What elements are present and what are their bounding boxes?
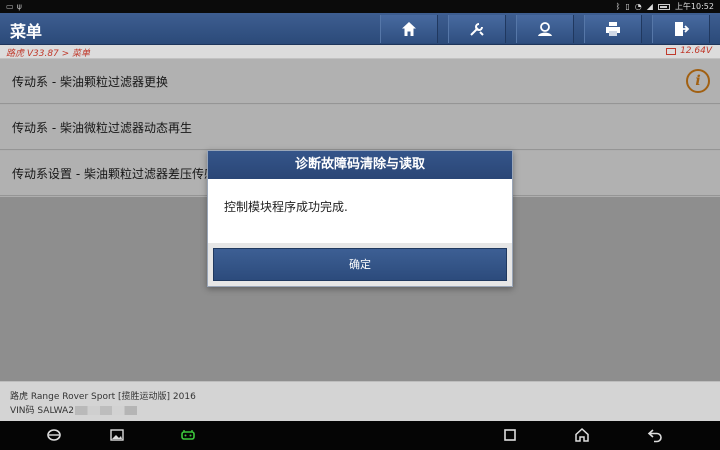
app-header: 菜单	[0, 13, 720, 45]
signal-icon: ◢	[646, 2, 653, 11]
home-icon	[575, 427, 589, 442]
gallery-button[interactable]	[109, 427, 125, 443]
vci-button[interactable]	[180, 427, 196, 443]
vehicle-info-bar: 路虎 Range Rover Sport [揽胜运动版] 2016 VIN码 S…	[0, 381, 720, 421]
home-button[interactable]	[380, 15, 438, 43]
vin-line: VIN码 SALWA2	[10, 403, 137, 416]
status-bar: ▭ ψ ᛒ ▯ ◔ ◢ 上午10:52	[0, 0, 720, 13]
dialog-footer: 确定	[208, 243, 512, 286]
gallery-icon	[110, 429, 124, 441]
bluetooth-icon: ᛒ	[615, 2, 621, 11]
exit-icon	[675, 22, 690, 36]
status-time: 上午10:52	[674, 2, 714, 11]
voltage-value: 12.64V	[680, 46, 712, 56]
car-battery-icon	[666, 47, 677, 55]
dialog-message: 控制模块程序成功完成.	[224, 200, 348, 214]
exit-button[interactable]	[652, 15, 710, 43]
print-button[interactable]	[584, 15, 642, 43]
wifi-icon: ◔	[634, 2, 642, 11]
usb-icon: ψ	[16, 2, 22, 11]
back-button[interactable]	[647, 427, 663, 443]
battery-icon	[657, 3, 670, 10]
user-support-icon	[538, 22, 552, 36]
confirm-button[interactable]: 确定	[213, 248, 507, 281]
user-support-button[interactable]	[516, 15, 574, 43]
breadcrumb-bar: 路虎 V33.87 > 菜单 12.64V	[0, 45, 720, 59]
dialog-title: 诊断故障码清除与读取	[208, 151, 512, 179]
recent-apps-icon	[504, 429, 516, 441]
page-title: 菜单	[10, 22, 43, 41]
notification-icon: ▭	[6, 2, 14, 11]
android-nav-bar	[0, 421, 720, 450]
tools-icon	[470, 23, 484, 36]
back-icon	[647, 429, 662, 443]
vin-mask	[74, 406, 137, 415]
breadcrumb: 路虎 V33.87 > 菜单	[6, 49, 91, 59]
recent-apps-button[interactable]	[502, 427, 518, 443]
vci-icon	[181, 430, 195, 440]
home-icon	[402, 22, 416, 36]
vehicle-model: 路虎 Range Rover Sport [揽胜运动版] 2016	[10, 392, 196, 402]
nav-home-button[interactable]	[574, 427, 590, 443]
vibrate-icon: ▯	[625, 2, 630, 11]
browser-button[interactable]	[46, 427, 62, 443]
result-dialog: 诊断故障码清除与读取 控制模块程序成功完成. 确定	[207, 150, 513, 287]
tools-button[interactable]	[448, 15, 506, 43]
browser-icon	[47, 429, 61, 441]
print-icon	[606, 22, 620, 36]
voltage-readout: 12.64V	[666, 46, 712, 56]
vin-prefix: VIN码 SALWA2	[10, 406, 74, 416]
